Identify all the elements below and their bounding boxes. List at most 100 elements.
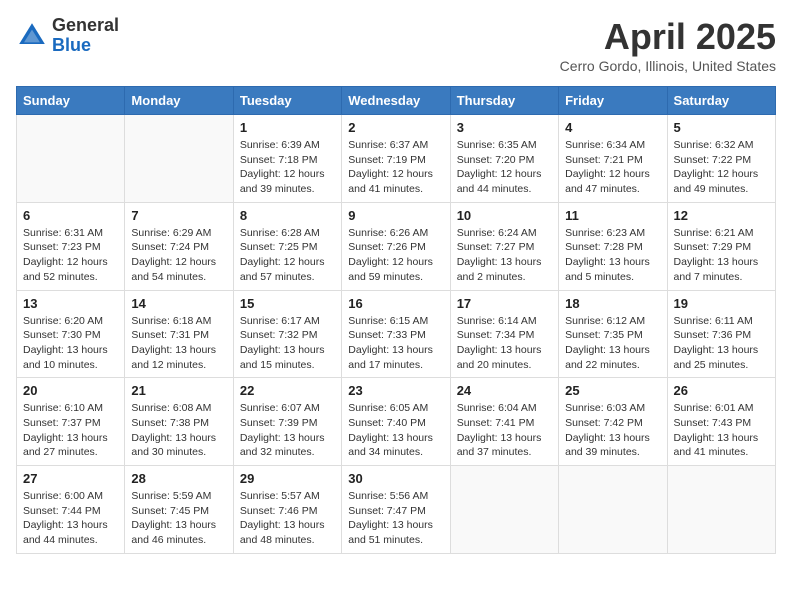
- day-info: Sunrise: 6:32 AM Sunset: 7:22 PM Dayligh…: [674, 138, 769, 197]
- calendar-day-cell: 29 Sunrise: 5:57 AM Sunset: 7:46 PM Dayli…: [233, 466, 341, 554]
- subtitle: Cerro Gordo, Illinois, United States: [560, 58, 776, 74]
- day-info: Sunrise: 6:23 AM Sunset: 7:28 PM Dayligh…: [565, 226, 660, 285]
- calendar-week-row: 20 Sunrise: 6:10 AM Sunset: 7:37 PM Dayli…: [17, 378, 776, 466]
- calendar-day-cell: 27 Sunrise: 6:00 AM Sunset: 7:44 PM Dayli…: [17, 466, 125, 554]
- logo-general-label: General: [52, 16, 119, 36]
- day-info: Sunrise: 6:39 AM Sunset: 7:18 PM Dayligh…: [240, 138, 335, 197]
- day-info: Sunrise: 6:03 AM Sunset: 7:42 PM Dayligh…: [565, 401, 660, 460]
- day-number: 6: [23, 208, 118, 223]
- day-number: 23: [348, 383, 443, 398]
- calendar-day-cell: 16 Sunrise: 6:15 AM Sunset: 7:33 PM Dayli…: [342, 290, 450, 378]
- day-number: 30: [348, 471, 443, 486]
- day-info: Sunrise: 6:17 AM Sunset: 7:32 PM Dayligh…: [240, 314, 335, 373]
- calendar-day-cell: 15Sunrise: 6:17 AM Sunset: 7:32 PM Dayli…: [233, 290, 341, 378]
- day-number: 28: [131, 471, 226, 486]
- day-info: Sunrise: 6:15 AM Sunset: 7:33 PM Dayligh…: [348, 314, 443, 373]
- calendar-day-cell: 18Sunrise: 6:12 AM Sunset: 7:35 PM Dayli…: [559, 290, 667, 378]
- calendar-day-cell: [667, 466, 775, 554]
- calendar-day-cell: 1 Sunrise: 6:39 AM Sunset: 7:18 PM Daylig…: [233, 115, 341, 203]
- calendar-day-cell: 24Sunrise: 6:04 AM Sunset: 7:41 PM Dayli…: [450, 378, 558, 466]
- calendar-day-cell: 12 Sunrise: 6:21 AM Sunset: 7:29 PM Dayli…: [667, 202, 775, 290]
- calendar-day-cell: 28 Sunrise: 5:59 AM Sunset: 7:45 PM Dayli…: [125, 466, 233, 554]
- day-number: 12: [674, 208, 769, 223]
- calendar-day-header: Tuesday: [233, 87, 341, 115]
- day-info: Sunrise: 6:01 AM Sunset: 7:43 PM Dayligh…: [674, 401, 769, 460]
- day-info: Sunrise: 6:21 AM Sunset: 7:29 PM Dayligh…: [674, 226, 769, 285]
- day-info: Sunrise: 6:35 AM Sunset: 7:20 PM Dayligh…: [457, 138, 552, 197]
- calendar-day-cell: 6 Sunrise: 6:31 AM Sunset: 7:23 PM Daylig…: [17, 202, 125, 290]
- calendar-day-cell: 4 Sunrise: 6:34 AM Sunset: 7:21 PM Daylig…: [559, 115, 667, 203]
- calendar-week-row: 1 Sunrise: 6:39 AM Sunset: 7:18 PM Daylig…: [17, 115, 776, 203]
- day-info: Sunrise: 6:11 AM Sunset: 7:36 PM Dayligh…: [674, 314, 769, 373]
- calendar-day-cell: [125, 115, 233, 203]
- day-info: Sunrise: 6:28 AM Sunset: 7:25 PM Dayligh…: [240, 226, 335, 285]
- calendar-day-header: Saturday: [667, 87, 775, 115]
- calendar-week-row: 6 Sunrise: 6:31 AM Sunset: 7:23 PM Daylig…: [17, 202, 776, 290]
- day-number: 11: [565, 208, 660, 223]
- day-info: Sunrise: 6:07 AM Sunset: 7:39 PM Dayligh…: [240, 401, 335, 460]
- logo: General Blue: [16, 16, 119, 56]
- day-number: 10: [457, 208, 552, 223]
- day-info: Sunrise: 6:05 AM Sunset: 7:40 PM Dayligh…: [348, 401, 443, 460]
- calendar-day-header: Wednesday: [342, 87, 450, 115]
- day-info: Sunrise: 6:29 AM Sunset: 7:24 PM Dayligh…: [131, 226, 226, 285]
- calendar-week-row: 27 Sunrise: 6:00 AM Sunset: 7:44 PM Dayli…: [17, 466, 776, 554]
- logo-text: General Blue: [52, 16, 119, 56]
- day-number: 2: [348, 120, 443, 135]
- calendar-table: SundayMondayTuesdayWednesdayThursdayFrid…: [16, 86, 776, 554]
- calendar-day-cell: 3Sunrise: 6:35 AM Sunset: 7:20 PM Daylig…: [450, 115, 558, 203]
- day-number: 29: [240, 471, 335, 486]
- calendar-day-cell: 20 Sunrise: 6:10 AM Sunset: 7:37 PM Dayli…: [17, 378, 125, 466]
- calendar-day-cell: 26 Sunrise: 6:01 AM Sunset: 7:43 PM Dayli…: [667, 378, 775, 466]
- day-info: Sunrise: 6:37 AM Sunset: 7:19 PM Dayligh…: [348, 138, 443, 197]
- calendar-day-cell: 7 Sunrise: 6:29 AM Sunset: 7:24 PM Daylig…: [125, 202, 233, 290]
- day-info: Sunrise: 6:34 AM Sunset: 7:21 PM Dayligh…: [565, 138, 660, 197]
- calendar-week-row: 13Sunrise: 6:20 AM Sunset: 7:30 PM Dayli…: [17, 290, 776, 378]
- day-number: 9: [348, 208, 443, 223]
- calendar-day-cell: 9 Sunrise: 6:26 AM Sunset: 7:26 PM Daylig…: [342, 202, 450, 290]
- day-number: 14: [131, 296, 226, 311]
- day-number: 20: [23, 383, 118, 398]
- calendar-day-cell: 23 Sunrise: 6:05 AM Sunset: 7:40 PM Dayli…: [342, 378, 450, 466]
- logo-blue-label: Blue: [52, 36, 119, 56]
- calendar-day-header: Friday: [559, 87, 667, 115]
- calendar-day-cell: 13Sunrise: 6:20 AM Sunset: 7:30 PM Dayli…: [17, 290, 125, 378]
- calendar-day-cell: 30Sunrise: 5:56 AM Sunset: 7:47 PM Dayli…: [342, 466, 450, 554]
- day-info: Sunrise: 6:20 AM Sunset: 7:30 PM Dayligh…: [23, 314, 118, 373]
- main-title: April 2025: [560, 16, 776, 58]
- calendar-day-cell: 10Sunrise: 6:24 AM Sunset: 7:27 PM Dayli…: [450, 202, 558, 290]
- calendar-day-cell: [450, 466, 558, 554]
- day-number: 17: [457, 296, 552, 311]
- calendar-day-cell: 17 Sunrise: 6:14 AM Sunset: 7:34 PM Dayli…: [450, 290, 558, 378]
- day-info: Sunrise: 6:31 AM Sunset: 7:23 PM Dayligh…: [23, 226, 118, 285]
- day-number: 26: [674, 383, 769, 398]
- day-number: 27: [23, 471, 118, 486]
- day-info: Sunrise: 6:00 AM Sunset: 7:44 PM Dayligh…: [23, 489, 118, 548]
- day-info: Sunrise: 6:18 AM Sunset: 7:31 PM Dayligh…: [131, 314, 226, 373]
- day-info: Sunrise: 6:26 AM Sunset: 7:26 PM Dayligh…: [348, 226, 443, 285]
- calendar-day-header: Monday: [125, 87, 233, 115]
- calendar-day-cell: 19 Sunrise: 6:11 AM Sunset: 7:36 PM Dayli…: [667, 290, 775, 378]
- day-number: 8: [240, 208, 335, 223]
- day-info: Sunrise: 6:08 AM Sunset: 7:38 PM Dayligh…: [131, 401, 226, 460]
- calendar-day-cell: 14 Sunrise: 6:18 AM Sunset: 7:31 PM Dayli…: [125, 290, 233, 378]
- day-number: 7: [131, 208, 226, 223]
- calendar-day-cell: 21 Sunrise: 6:08 AM Sunset: 7:38 PM Dayli…: [125, 378, 233, 466]
- calendar-day-cell: 25Sunrise: 6:03 AM Sunset: 7:42 PM Dayli…: [559, 378, 667, 466]
- page-header: General Blue April 2025 Cerro Gordo, Ill…: [16, 16, 776, 74]
- day-info: Sunrise: 5:59 AM Sunset: 7:45 PM Dayligh…: [131, 489, 226, 548]
- calendar-day-cell: 11 Sunrise: 6:23 AM Sunset: 7:28 PM Dayli…: [559, 202, 667, 290]
- day-number: 16: [348, 296, 443, 311]
- calendar-day-cell: [559, 466, 667, 554]
- day-number: 1: [240, 120, 335, 135]
- day-number: 24: [457, 383, 552, 398]
- calendar-day-cell: 22Sunrise: 6:07 AM Sunset: 7:39 PM Dayli…: [233, 378, 341, 466]
- day-number: 21: [131, 383, 226, 398]
- day-info: Sunrise: 6:14 AM Sunset: 7:34 PM Dayligh…: [457, 314, 552, 373]
- title-block: April 2025 Cerro Gordo, Illinois, United…: [560, 16, 776, 74]
- day-number: 19: [674, 296, 769, 311]
- day-number: 4: [565, 120, 660, 135]
- day-info: Sunrise: 5:57 AM Sunset: 7:46 PM Dayligh…: [240, 489, 335, 548]
- day-info: Sunrise: 6:10 AM Sunset: 7:37 PM Dayligh…: [23, 401, 118, 460]
- calendar-day-cell: 5Sunrise: 6:32 AM Sunset: 7:22 PM Daylig…: [667, 115, 775, 203]
